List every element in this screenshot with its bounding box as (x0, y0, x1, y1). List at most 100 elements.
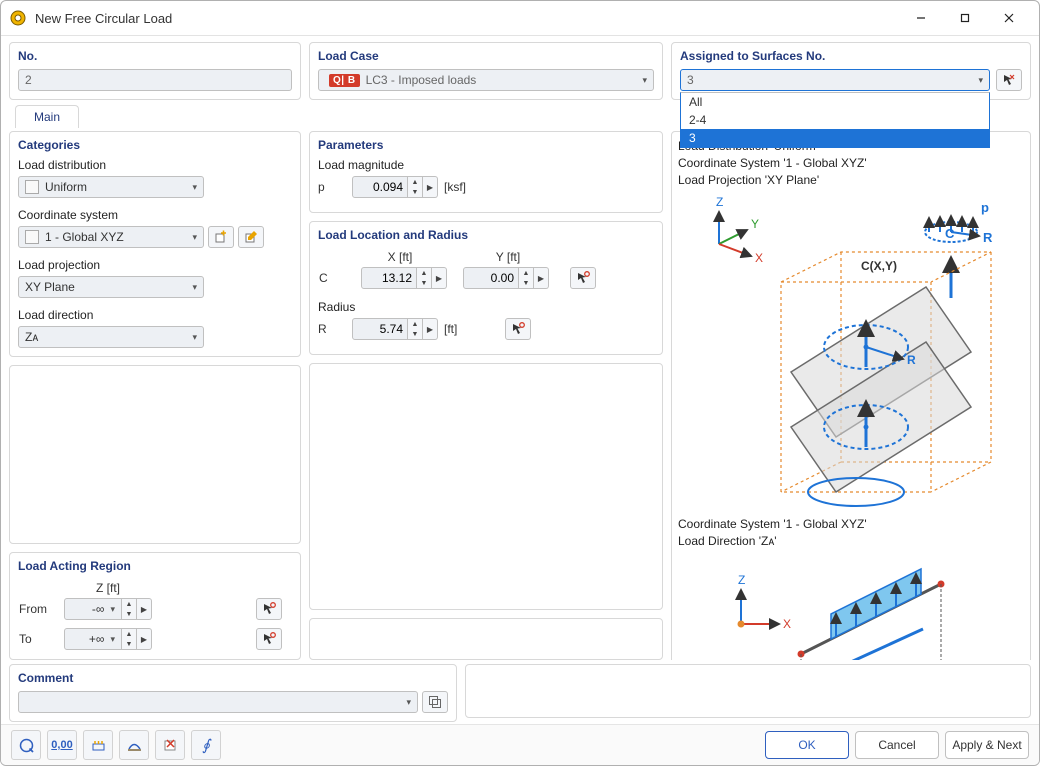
svg-text:C: C (945, 226, 955, 241)
c-y-play[interactable]: ▶ (534, 267, 549, 289)
svg-text:p: p (981, 200, 989, 215)
svg-text:R: R (907, 353, 916, 367)
comment-select[interactable]: ▾ (18, 691, 418, 713)
c-y-spinner[interactable]: ▲▼ (519, 267, 534, 289)
assigned-label: Assigned to Surfaces No. (680, 49, 1022, 63)
load-direction-select[interactable]: Zᴀ ▾ (18, 326, 204, 348)
svg-text:R: R (983, 230, 993, 245)
magnitude-symbol: p (318, 180, 334, 194)
magnitude-label: Load magnitude (318, 158, 654, 172)
coordinate-system-select[interactable]: 1 - Global XYZ ▾ (18, 226, 204, 248)
window-title: New Free Circular Load (35, 11, 172, 26)
loadcase-label: Load Case (318, 49, 654, 63)
load-direction-value: Zᴀ (25, 330, 38, 344)
tool-a-button[interactable] (83, 730, 113, 760)
comment-library-button[interactable] (422, 691, 448, 713)
c-x-spinner[interactable]: ▲▼ (417, 267, 432, 289)
number-label: No. (18, 49, 292, 63)
from-spinner[interactable]: ▲▼ (122, 598, 137, 620)
comment-title: Comment (18, 671, 448, 685)
top-row: No. 2 Load Case Q| B LC3 - Imposed loads… (9, 42, 1031, 100)
maximize-button[interactable] (943, 4, 987, 32)
pick-to-button[interactable] (256, 628, 282, 650)
radius-unit: [ft] (444, 322, 457, 336)
chevron-down-icon: ▾ (192, 282, 197, 293)
from-play[interactable]: ▶ (137, 598, 152, 620)
close-button[interactable] (987, 4, 1031, 32)
left-column: Categories Load distribution Uniform ▾ C… (9, 131, 301, 660)
pick-from-button[interactable] (256, 598, 282, 620)
radius-spinner[interactable]: ▲▼ (408, 318, 423, 340)
cancel-button[interactable]: Cancel (855, 731, 939, 759)
load-distribution-select[interactable]: Uniform ▾ (18, 176, 204, 198)
magnitude-input[interactable] (352, 176, 408, 198)
load-projection-label: Load projection (18, 258, 292, 272)
svg-text:Z: Z (716, 195, 723, 209)
caption-line-3: Load Projection 'XY Plane' (678, 172, 1024, 189)
caption-line-5: Load Direction 'Zᴀ' (678, 533, 1024, 550)
dialog-body: No. 2 Load Case Q| B LC3 - Imposed loads… (1, 36, 1039, 724)
dialog-window: New Free Circular Load No. 2 (0, 0, 1040, 766)
ok-button[interactable]: OK (765, 731, 849, 759)
radius-play[interactable]: ▶ (423, 318, 438, 340)
assigned-select[interactable]: 3 ▾ (680, 69, 990, 91)
tool-d-button[interactable]: ∮ (191, 730, 221, 760)
location-panel: Load Location and Radius X [ft] Y [ft] C (309, 221, 663, 355)
pick-radius-button[interactable] (505, 318, 531, 340)
preview-caption-2: Coordinate System '1 - Global XYZ' Load … (678, 516, 1024, 550)
load-projection-value: XY Plane (25, 280, 75, 294)
loadcase-panel: Load Case Q| B LC3 - Imposed loads ▾ (309, 42, 663, 100)
radius-input[interactable] (352, 318, 408, 340)
to-value-select[interactable]: +∞ ▾ (64, 628, 122, 650)
number-input[interactable]: 2 (18, 69, 292, 91)
loadcase-badge: Q| B (329, 74, 360, 87)
tool-c-button[interactable] (155, 730, 185, 760)
c-x-input[interactable] (361, 267, 417, 289)
load-distribution-value: Uniform (45, 180, 87, 194)
loadcase-value: LC3 - Imposed loads (366, 73, 477, 87)
assigned-option-range[interactable]: 2-4 (681, 111, 989, 129)
to-value: +∞ (89, 632, 105, 646)
assigned-option-3[interactable]: 3 (681, 129, 989, 147)
units-button[interactable]: 0,00 (47, 730, 77, 760)
parameters-title: Parameters (318, 138, 654, 152)
loadcase-select[interactable]: Q| B LC3 - Imposed loads ▾ (318, 69, 654, 91)
c-x-play[interactable]: ▶ (432, 267, 447, 289)
minimize-button[interactable] (899, 4, 943, 32)
load-distribution-label: Load distribution (18, 158, 292, 172)
y-header: Y [ft] (454, 248, 562, 266)
right-column: Load Distribution 'Uniform' Coordinate S… (671, 131, 1031, 660)
magnitude-play[interactable]: ▶ (423, 176, 438, 198)
categories-title: Categories (18, 138, 292, 152)
svg-text:Y: Y (751, 217, 759, 231)
new-cs-button[interactable] (208, 226, 234, 248)
to-spinner[interactable]: ▲▼ (122, 628, 137, 650)
apply-next-button[interactable]: Apply & Next (945, 731, 1029, 759)
caption-line-4: Coordinate System '1 - Global XYZ' (678, 516, 1024, 533)
pick-surface-button[interactable] (996, 69, 1022, 91)
help-button[interactable] (11, 730, 41, 760)
main-area: Categories Load distribution Uniform ▾ C… (9, 131, 1031, 660)
from-value-select[interactable]: -∞ ▾ (64, 598, 122, 620)
comment-panel: Comment ▾ (9, 664, 457, 722)
to-play[interactable]: ▶ (137, 628, 152, 650)
coordinate-system-value: 1 - Global XYZ (45, 230, 124, 244)
number-value: 2 (25, 73, 32, 87)
tool-b-button[interactable] (119, 730, 149, 760)
assigned-option-all[interactable]: All (681, 93, 989, 111)
edit-cs-button[interactable] (238, 226, 264, 248)
c-label: C (318, 266, 346, 290)
comment-side-panel (465, 664, 1031, 718)
coordinate-system-label: Coordinate system (18, 208, 292, 222)
parameters-panel: Parameters Load magnitude p ▲▼ ▶ [ksf] (309, 131, 663, 213)
svg-text:C(X,Y): C(X,Y) (861, 259, 897, 273)
magnitude-spinner[interactable]: ▲▼ (408, 176, 423, 198)
preview-image-1: Z Y X (678, 192, 1024, 512)
pick-c-button[interactable] (570, 267, 596, 289)
c-y-input[interactable] (463, 267, 519, 289)
empty-panel (9, 365, 301, 544)
chevron-down-icon: ▾ (110, 634, 115, 645)
tab-main[interactable]: Main (15, 105, 79, 128)
load-projection-select[interactable]: XY Plane ▾ (18, 276, 204, 298)
chevron-down-icon: ▾ (192, 182, 197, 193)
